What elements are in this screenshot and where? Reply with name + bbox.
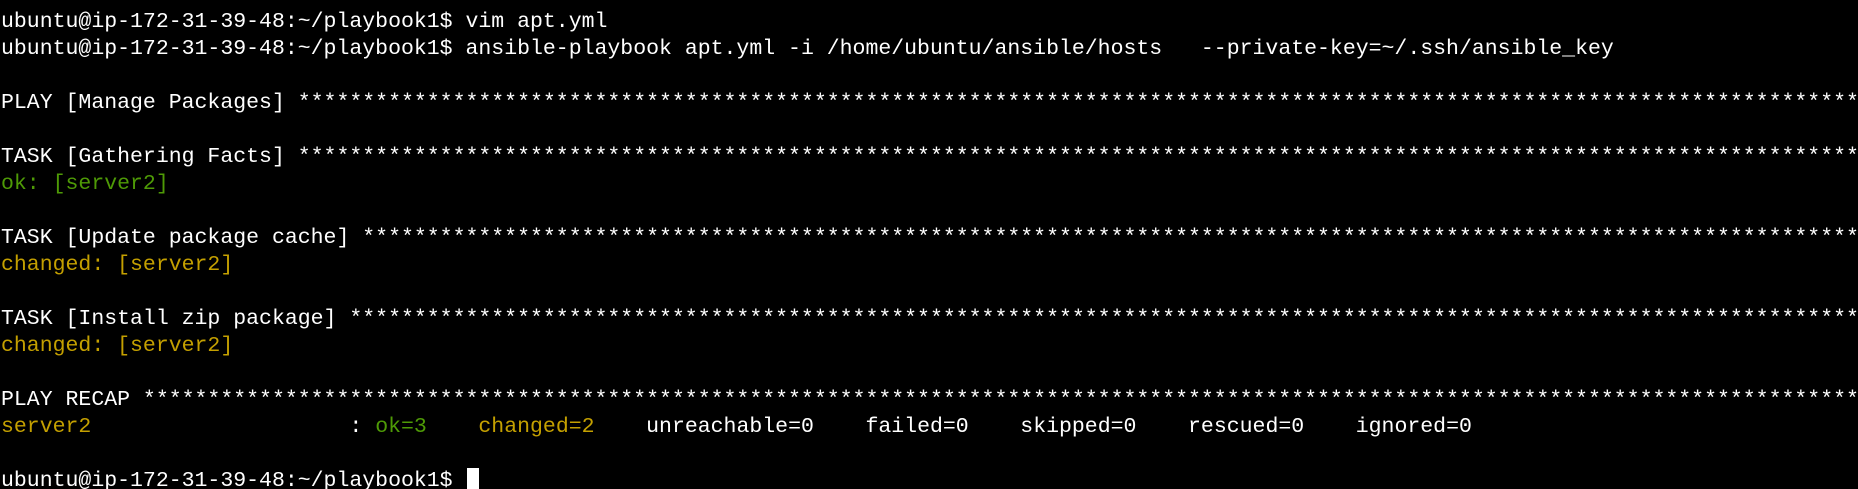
shell-prompt: ubuntu@ip-172-31-39-48:~/playbook1$ [1, 469, 466, 489]
recap-host: server2 [1, 415, 92, 439]
shell-prompt: ubuntu@ip-172-31-39-48:~/playbook1$ [1, 10, 466, 34]
recap-ok-count: ok=3 [375, 415, 427, 439]
play-recap-row: server2 : ok=3 changed=2 unreachable=0 f… [0, 414, 1858, 441]
recap-changed-count: changed=2 [478, 415, 595, 439]
task-result-ok: ok: [server2] [1, 172, 169, 196]
active-prompt-line[interactable]: ubuntu@ip-172-31-39-48:~/playbook1$ [0, 468, 1858, 489]
task-result-changed: changed: [server2] [1, 253, 234, 277]
terminal-window[interactable]: ubuntu@ip-172-31-39-48:~/playbook1$ vim … [0, 0, 1858, 489]
recap-separator: : [91, 415, 376, 439]
command-text: ansible-playbook apt.yml -i /home/ubuntu… [465, 37, 1614, 61]
shell-prompt: ubuntu@ip-172-31-39-48:~/playbook1$ [1, 37, 466, 61]
task-header-install-zip: TASK [Install zip package] *************… [1, 307, 1858, 331]
task-header-update-cache: TASK [Update package cache] ************… [1, 226, 1858, 250]
task-header-gathering-facts: TASK [Gathering Facts] *****************… [1, 145, 1858, 169]
command-line-ansible: ubuntu@ip-172-31-39-48:~/playbook1$ ansi… [0, 36, 1858, 63]
command-text: vim apt.yml [465, 10, 608, 34]
task-result-changed: changed: [server2] [1, 334, 234, 358]
recap-gap [427, 415, 479, 439]
play-recap-header: PLAY RECAP *****************************… [1, 388, 1858, 412]
recap-other-counts: unreachable=0 failed=0 skipped=0 rescued… [594, 415, 1472, 439]
text-cursor[interactable] [467, 468, 480, 489]
command-line-vim: ubuntu@ip-172-31-39-48:~/playbook1$ vim … [0, 9, 1858, 36]
play-header: PLAY [Manage Packages] *****************… [1, 91, 1858, 115]
